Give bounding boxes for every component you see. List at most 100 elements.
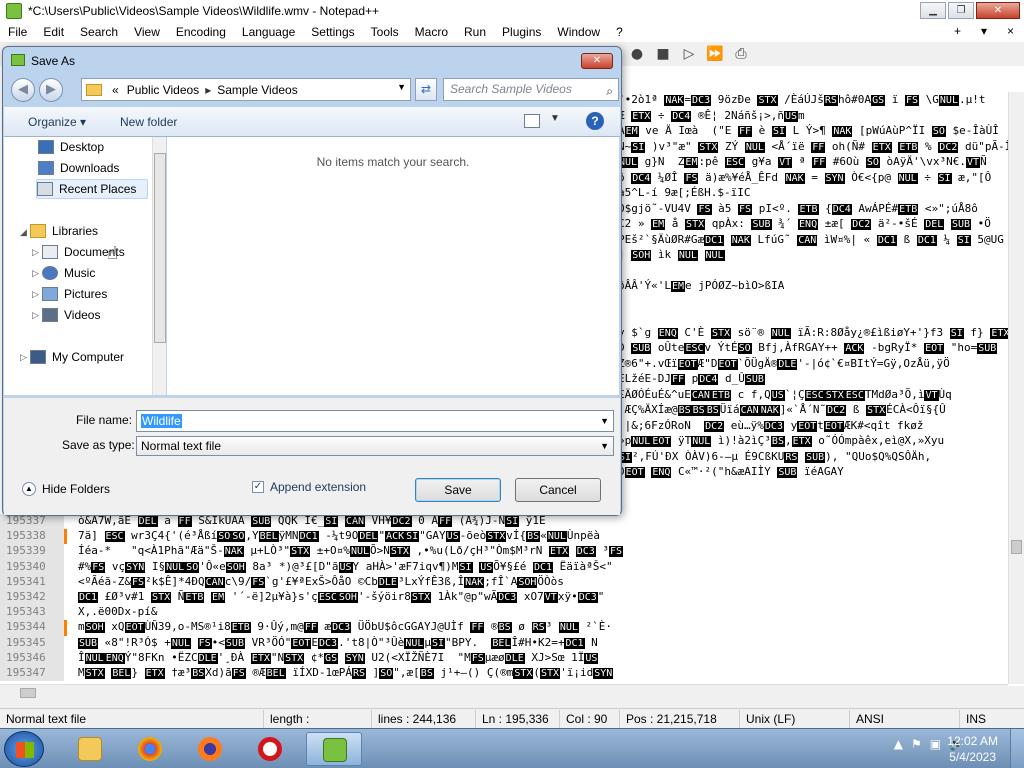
address-dropdown-icon[interactable]: ▼ (397, 82, 406, 92)
nav-item-videos[interactable]: Videos (42, 305, 100, 325)
taskbar-opera[interactable] (242, 732, 298, 766)
display-icon[interactable]: ▣ (930, 737, 941, 751)
menu-list-tabs-icon[interactable]: ▾ (971, 24, 997, 38)
save-button[interactable]: Save (415, 478, 501, 502)
line-text[interactable]: <ºÃéã-Z&FS²k$Ê]*4ÐQCANc\9/FS`g'£¥ªExŠ>Ôå… (76, 575, 1008, 590)
editor-row[interactable]: 195347 MSTX BEL} ETX †æ³BSXd)ãFS ®ÆBEL ïÍ… (0, 665, 1008, 682)
start-button[interactable] (4, 731, 44, 767)
line-text[interactable]: SUB «8"!R³Ó$ +NUL FS•<SUB VR³ÖÓ"EOTEDC3.… (76, 636, 1008, 651)
editor-line[interactable]: »pNUL EOT ÿTNUL ì)!à2ìÇ³BS,ETX o˜ÓÓmpàêx,… (618, 433, 1008, 449)
editor-line[interactable] (618, 263, 1008, 279)
organize-button[interactable]: Organize ▾ (28, 115, 86, 129)
vertical-scroll-thumb[interactable] (1011, 540, 1022, 554)
documents-expand-icon[interactable]: ▷ (32, 247, 39, 258)
show-hidden-icons-icon[interactable]: ▲ (894, 737, 903, 751)
editor-line[interactable]: ] SOH ìk NUL NUL (618, 247, 1008, 263)
editor-line[interactable]: C2 » EM å STX qpÀx: SUB ¾´ ENQ ±æ[ DC2 ä… (618, 216, 1008, 232)
editor-row[interactable]: 195345 SUB «8"!R³Ó$ +NUL FS•<SUB VR³ÖÓ"EO… (0, 635, 1008, 651)
editor-lines[interactable]: 195337 ò&A7W,ãE DEL a FF S&IkUÁÄ SUB QQK … (0, 514, 1008, 684)
line-text[interactable]: 7ä] ESC wr3Ç4{'(é³ÅßíSO SO,YBELÿMNDC1 -¼t… (76, 529, 1008, 544)
breadcrumb-public-videos[interactable]: Public Videos (123, 83, 204, 97)
editor-line[interactable]: y $`g ENQ C'È STX sö¨® NUL ïÃ:R:8Øåy¿®£ì… (618, 325, 1008, 341)
help-icon[interactable]: ? (586, 112, 604, 130)
videos-expand-icon[interactable]: ▷ (32, 310, 39, 321)
editor-line[interactable]: ELžéE-DJFF pDC4 d_ÛSUB (618, 371, 1008, 387)
line-text[interactable]: X,.ë00Dx-pí& (76, 605, 1008, 620)
editor-row[interactable]: 195346 ÎNUL ENQÝ"8FKn •ËZCDLE'¸ÐÀ ETX"NSTX… (0, 650, 1008, 666)
menu-item[interactable]: Settings (303, 25, 362, 39)
editor-row[interactable]: 195340 #%FS vçSYN I§NUL SO'Ô«eSOH 8a³ *)@³… (0, 559, 1008, 575)
minimize-button[interactable]: ▁ (920, 2, 946, 19)
show-desktop-button[interactable] (1010, 729, 1024, 768)
status-insert-mode[interactable]: INS (960, 710, 1024, 728)
menu-new-tab-icon[interactable]: + (944, 24, 971, 38)
editor-binary-text[interactable]: ˆ•2ò1ª NAK=DC3 9özÐe STX /ÈáÚJšRShô#0AGS… (618, 92, 1008, 512)
file-name-dropdown-icon[interactable]: ▼ (600, 411, 609, 431)
menu-item[interactable]: Search (72, 25, 126, 39)
menu-item[interactable]: Window (549, 25, 608, 39)
nav-item-pictures[interactable]: Pictures (42, 284, 107, 304)
pictures-expand-icon[interactable]: ▷ (32, 289, 39, 300)
music-expand-icon[interactable]: ▷ (32, 268, 39, 279)
refresh-button[interactable]: ⇄ (415, 78, 437, 101)
navigation-scrollbar[interactable] (152, 137, 166, 395)
nav-item-libraries[interactable]: Libraries (30, 221, 98, 241)
editor-line[interactable]: NUL g}N ZEM:pê ESC g¥a VT ª FF #6Où SO ò… (618, 154, 1008, 170)
line-text[interactable]: MSTX BEL} ETX †æ³BSXd)ãFS ®ÆBEL ïÍXD-1œP… (76, 666, 1008, 681)
menu-item[interactable]: ? (608, 25, 631, 39)
editor-row[interactable]: 195342 DC1 £Ø³v#1 STX ÑETB EM '´-ë]2µ¥à}s… (0, 589, 1008, 606)
play-multiple-icon[interactable]: ⏩ (706, 45, 724, 63)
action-center-icon[interactable]: ⚑ (911, 737, 922, 751)
file-list-pane[interactable]: No items match your search. (167, 137, 619, 395)
editor-line[interactable]: AEM ve Ä Iœà ("E FF è SI L Ý>¶ NAK [pWúA… (618, 123, 1008, 139)
menu-item[interactable]: View (126, 25, 168, 39)
editor-line[interactable]: D SUB oÛteESCv ÝtÉSO Bfj,ÀfRGAY++ ACK -b… (618, 340, 1008, 356)
line-text[interactable]: DC1 £Ø³v#1 STX ÑETB EM '´-ë]2µ¥à}s'çESC S… (76, 590, 1008, 605)
editor-row[interactable]: 195337 ò&A7W,ãE DEL a FF S&IkUÁÄ SUB QQK … (0, 514, 1008, 530)
navigation-scroll-thumb[interactable] (154, 153, 166, 343)
save-as-type-dropdown-icon[interactable]: ▼ (600, 437, 609, 455)
editor-row[interactable]: 195339 Íéa-* "q<À1Phã"Æä"Š-NAK µ+LÒ³"STX … (0, 544, 1008, 560)
taskbar-chrome[interactable] (122, 732, 178, 766)
menu-item[interactable]: Edit (35, 25, 72, 39)
status-eol[interactable]: Unix (LF) (740, 709, 850, 728)
record-icon[interactable]: ● (628, 45, 646, 63)
new-folder-button[interactable]: New folder (120, 115, 177, 129)
editor-row[interactable]: 195341 <ºÃéã-Z&FS²k$Ê]*4ÐQCANc\9/FS`g'£¥ª… (0, 574, 1008, 590)
taskbar-explorer[interactable] (62, 732, 118, 766)
editor-line[interactable]: Æ ETX ÷ DC4 ®Ê¦ 2Náñš¡>,ñUSm (618, 108, 1008, 124)
editor-line[interactable] (618, 294, 1008, 310)
editor-line[interactable]: ðÂÂ'Ý«'LEMe jPÓØZ~bìO>ßIA (618, 278, 1008, 294)
change-view-icon[interactable] (524, 114, 540, 128)
view-options-dropdown-icon[interactable]: ▼ (550, 113, 560, 124)
my-computer-expand-icon[interactable]: ▷ (20, 352, 27, 363)
editor-row[interactable]: 195344 mSOH xQEOTÙÑ39,o-MS®¹i8ETB 9·Ûý,m@… (0, 620, 1008, 636)
search-icon[interactable]: ⌕ (606, 81, 613, 102)
breadcrumb-separator-icon[interactable]: ▸ (203, 83, 213, 97)
play-icon[interactable]: ▷ (680, 45, 698, 63)
checkbox-checked-icon[interactable]: ✓ (252, 481, 264, 493)
menu-item[interactable]: Language (234, 25, 303, 39)
menu-item[interactable]: Macro (407, 25, 456, 39)
file-name-value[interactable]: Wildlife (141, 414, 182, 428)
taskbar-firefox[interactable] (182, 732, 238, 766)
file-name-input[interactable]: Wildlife ▼ (136, 410, 614, 432)
horizontal-scrollbar[interactable] (0, 684, 1008, 700)
close-window-button[interactable]: ✕ (976, 2, 1020, 19)
maximize-button[interactable]: ❐ (948, 2, 974, 19)
menu-item[interactable]: File (0, 25, 35, 39)
editor-line[interactable]: PEš²`§ÄùØR#GæDC1 NAK LfúG˜ CAN ìW¤%| « D… (618, 232, 1008, 248)
editor-row[interactable]: 195343 X,.ë00Dx-pí& (0, 605, 1008, 621)
editor-line[interactable] (618, 309, 1008, 325)
status-encoding[interactable]: ANSI (850, 709, 960, 728)
editor-line[interactable]: ˆ•2ò1ª NAK=DC3 9özÐe STX /ÈáÚJšRShô#0AGS… (618, 92, 1008, 108)
editor-line[interactable]: DEOT ENQ C«™·²("h&æAIÌY SUB ïéAGAY (618, 464, 1008, 480)
editor-line[interactable]: ô DC4 ¼ØÎ FS ä)æ%¥éÅ_ÊFd NAK = SYN Ò€<{p… (618, 170, 1008, 186)
line-text[interactable]: ò&A7W,ãE DEL a FF S&IkUÁÄ SUB QQK Ì€_SI … (76, 514, 1008, 529)
menu-item[interactable]: Plugins (494, 25, 549, 39)
editor-line[interactable]: à5^L-í 9æ[;ÉßH.$-ïIC (618, 185, 1008, 201)
editor-line[interactable]: £ÄØÓÉuÉ&^uECAN ETB c f,QUS`¦ÇESC STX ESCTMd… (618, 387, 1008, 403)
hide-folders-button[interactable]: ▲ Hide Folders (22, 482, 110, 496)
editor-line[interactable]: SI²,FÚ'ÐX ÒÀV)6-–µ É9CßKURS SUB), "QUo$Q… (618, 449, 1008, 465)
line-text[interactable]: mSOH xQEOTÙÑ39,o-MS®¹i8ETB 9·Ûý,m@FF æDC… (76, 620, 1008, 635)
